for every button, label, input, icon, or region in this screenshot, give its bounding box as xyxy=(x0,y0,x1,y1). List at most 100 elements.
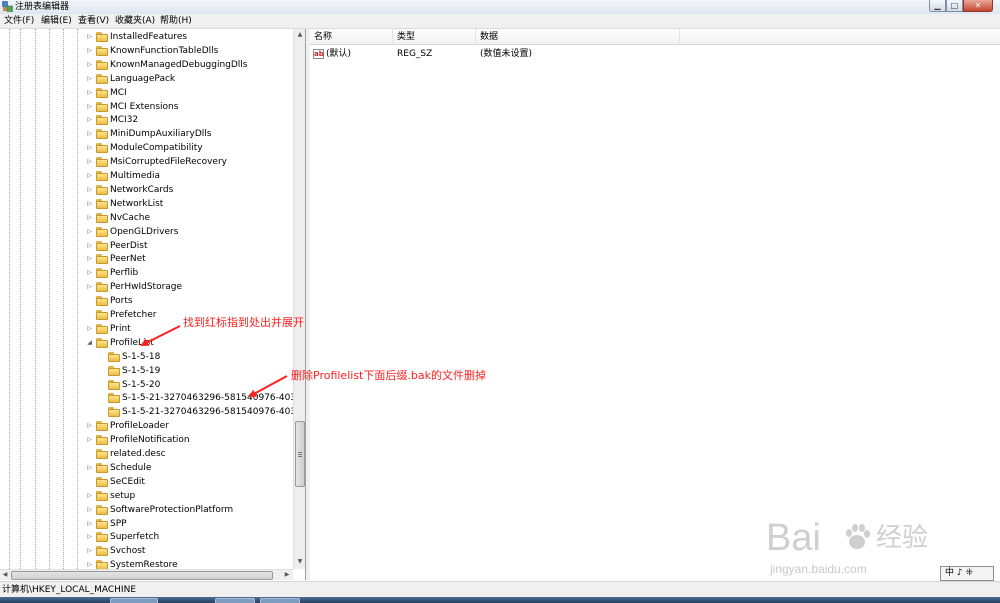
expand-arrow-icon[interactable]: ▷ xyxy=(86,61,93,68)
tree-node-label: S-1-5-20 xyxy=(122,379,161,390)
expand-arrow-icon[interactable]: ▷ xyxy=(86,506,93,513)
menu-file[interactable]: 文件(F) xyxy=(4,15,34,28)
expand-arrow-icon[interactable]: ▷ xyxy=(86,492,93,499)
menu-help[interactable]: 帮助(H) xyxy=(160,15,192,28)
ime-toolbar[interactable]: 中 ♪ ⁜ xyxy=(940,566,994,581)
tree-node[interactable]: ▷ ModuleCompatibility xyxy=(0,141,293,155)
tree-node[interactable]: S-1-5-19 xyxy=(0,364,293,378)
tree-node[interactable]: ▷ NetworkList xyxy=(0,197,293,211)
tree-node[interactable]: ▷ SPP xyxy=(0,517,293,531)
tree-node[interactable]: ▷ PerHwIdStorage xyxy=(0,280,293,294)
tree-node[interactable]: ▷ ProfileNotification xyxy=(0,433,293,447)
expand-arrow-icon[interactable]: ▷ xyxy=(86,158,93,165)
expand-arrow-icon[interactable]: ▷ xyxy=(86,255,93,262)
tree-node[interactable]: ▷ MsiCorruptedFileRecovery xyxy=(0,155,293,169)
taskbar-button[interactable] xyxy=(260,598,300,603)
tree-node[interactable]: ▷ PeerNet xyxy=(0,252,293,266)
expand-arrow-icon[interactable]: ▷ xyxy=(86,436,93,443)
expand-arrow-icon[interactable]: ▷ xyxy=(86,242,93,249)
expand-arrow-icon[interactable]: ▷ xyxy=(86,144,93,151)
expand-arrow-icon[interactable]: ▷ xyxy=(86,172,93,179)
column-header-data[interactable]: 数据 xyxy=(476,29,680,45)
collapse-arrow-icon[interactable]: ◢ xyxy=(86,339,93,346)
tree-node[interactable]: ▷ PeerDist xyxy=(0,239,293,253)
expand-arrow-icon[interactable]: ▷ xyxy=(86,561,93,568)
tree-node[interactable]: ▷ SoftwareProtectionPlatform xyxy=(0,503,293,517)
values-list[interactable]: 名称 类型 数据 ab (默认) REG_SZ (数值未设置) xyxy=(310,29,1000,580)
tree-node[interactable]: SeCEdit xyxy=(0,475,293,489)
menu-view[interactable]: 查看(V) xyxy=(78,15,109,28)
tree-node-label: Svchost xyxy=(110,546,146,557)
expand-arrow-icon[interactable]: ▷ xyxy=(86,422,93,429)
expand-arrow-icon[interactable]: ▷ xyxy=(86,200,93,207)
tree-vertical-scrollbar[interactable]: ▲ ▼ xyxy=(293,29,305,569)
expand-arrow-icon[interactable]: ▷ xyxy=(86,228,93,235)
expand-arrow-icon[interactable]: ▷ xyxy=(86,33,93,40)
tree-vertical-scroll-thumb[interactable] xyxy=(295,421,305,487)
tree-node[interactable]: ▷ setup xyxy=(0,489,293,503)
tree-node[interactable]: ▷ NvCache xyxy=(0,211,293,225)
tree-node[interactable]: ▷ MCI xyxy=(0,86,293,100)
tree-node[interactable]: ▷ MCI Extensions xyxy=(0,100,293,114)
tree-node[interactable]: ▷ LanguagePack xyxy=(0,72,293,86)
expand-arrow-icon[interactable]: ▷ xyxy=(86,89,93,96)
tree-node[interactable]: S-1-5-21-3270463296-581540976-4032930 xyxy=(0,391,305,405)
maximize-button[interactable]: □ xyxy=(946,0,963,12)
tree-node[interactable]: ▷ NetworkCards xyxy=(0,183,293,197)
tree-node[interactable]: ▷ InstalledFeatures xyxy=(0,30,293,44)
tree-node[interactable]: ◢ ProfileList xyxy=(0,336,293,350)
tree-node[interactable]: ▷ ProfileLoader xyxy=(0,419,293,433)
expand-arrow-icon[interactable]: ▷ xyxy=(86,325,93,332)
tree-node[interactable]: S-1-5-21-3270463296-581540976-4032930 xyxy=(0,405,305,419)
expand-arrow-icon[interactable]: ▷ xyxy=(86,520,93,527)
expand-arrow-icon[interactable]: ▷ xyxy=(86,283,93,290)
expand-arrow-icon[interactable]: ▷ xyxy=(86,464,93,471)
folder-icon xyxy=(96,143,108,154)
column-header-type[interactable]: 类型 xyxy=(393,29,476,45)
tree-node[interactable]: S-1-5-20 xyxy=(0,378,293,392)
tree-node[interactable]: related.desc xyxy=(0,447,293,461)
folder-icon xyxy=(96,129,108,140)
folder-icon xyxy=(96,268,108,279)
expand-arrow-icon[interactable]: ▷ xyxy=(86,186,93,193)
expand-arrow-icon[interactable]: ▷ xyxy=(86,47,93,54)
tree-node[interactable]: ▷ Schedule xyxy=(0,461,293,475)
folder-icon xyxy=(96,115,108,126)
registry-tree[interactable]: ▷ InstalledFeatures ▷ KnownFunctionTableDll… xyxy=(0,29,306,580)
tree-node[interactable]: S-1-5-18 xyxy=(0,350,293,364)
tree-node[interactable]: ▷ Perflib xyxy=(0,266,293,280)
scroll-up-icon[interactable]: ▲ xyxy=(295,30,305,40)
scroll-right-icon[interactable]: ▶ xyxy=(282,570,292,580)
expand-arrow-icon[interactable]: ▷ xyxy=(86,214,93,221)
scroll-down-icon[interactable]: ▼ xyxy=(295,557,305,567)
close-button[interactable]: ✕ xyxy=(963,0,993,12)
expand-arrow-icon[interactable]: ▷ xyxy=(86,547,93,554)
folder-icon xyxy=(96,184,108,195)
minimize-button[interactable]: ▁ xyxy=(929,0,946,12)
expand-arrow-icon[interactable]: ▷ xyxy=(86,130,93,137)
expand-arrow-icon[interactable]: ▷ xyxy=(86,116,93,123)
tree-node[interactable]: ▷ OpenGLDrivers xyxy=(0,225,293,239)
tree-node[interactable]: ▷ KnownFunctionTableDlls xyxy=(0,44,293,58)
tree-horizontal-scrollbar[interactable]: ◀ ▶ xyxy=(0,569,293,580)
scroll-left-icon[interactable]: ◀ xyxy=(0,570,10,580)
tree-node[interactable]: ▷ Superfetch xyxy=(0,530,293,544)
expand-arrow-icon[interactable]: ▷ xyxy=(86,75,93,82)
tree-node[interactable]: ▷ MiniDumpAuxiliaryDlls xyxy=(0,127,293,141)
tree-node[interactable]: ▷ MCI32 xyxy=(0,113,293,127)
tree-node[interactable]: ▷ Multimedia xyxy=(0,169,293,183)
expand-arrow-icon[interactable]: ▷ xyxy=(86,533,93,540)
tree-node[interactable]: ▷ KnownManagedDebuggingDlls xyxy=(0,58,293,72)
column-header-name[interactable]: 名称 xyxy=(310,29,393,45)
folder-icon xyxy=(96,449,108,459)
expand-arrow-icon[interactable]: ▷ xyxy=(86,103,93,110)
menu-favorites[interactable]: 收藏夹(A) xyxy=(115,15,155,28)
tree-node[interactable]: Ports xyxy=(0,294,293,308)
expand-arrow-icon[interactable]: ▷ xyxy=(86,269,93,276)
menu-edit[interactable]: 编辑(E) xyxy=(41,15,72,28)
taskbar-button[interactable] xyxy=(215,598,255,603)
tree-horizontal-scroll-thumb[interactable] xyxy=(11,571,273,580)
value-name[interactable]: (默认) xyxy=(326,48,351,61)
tree-node[interactable]: ▷ Svchost xyxy=(0,544,293,558)
taskbar-button[interactable] xyxy=(110,598,158,603)
